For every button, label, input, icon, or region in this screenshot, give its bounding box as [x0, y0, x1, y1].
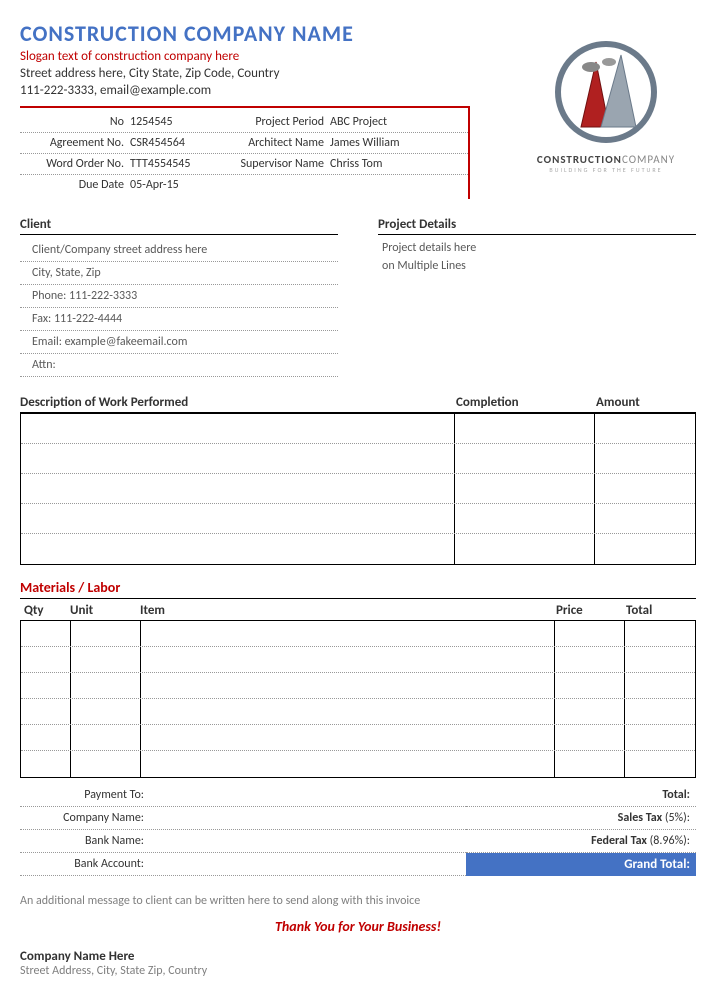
client-title: Client: [20, 217, 338, 235]
word-order-label: Word Order No.: [20, 157, 130, 171]
sales-tax-label: Sales Tax (5%):: [618, 811, 690, 825]
client-row: Phone: 111-222-3333: [20, 285, 338, 308]
word-order-value: TTT4554545: [130, 157, 220, 171]
bank-account-label: Bank Account:: [20, 857, 150, 871]
architect-value: James William: [330, 136, 468, 150]
period-label: Project Period: [220, 115, 330, 129]
table-row: [21, 444, 695, 474]
table-row: [21, 534, 695, 564]
materials-table: [20, 621, 696, 778]
table-row: [21, 751, 695, 777]
due-date-label: Due Date: [20, 178, 130, 192]
logo-text-1: CONSTRUCTIONCOMPANY: [537, 153, 675, 166]
client-row: Client/Company street address here: [20, 239, 338, 262]
work-completion-header: Completion: [456, 395, 596, 410]
architect-label: Architect Name: [220, 136, 330, 150]
company-name: CONSTRUCTION COMPANY NAME: [20, 20, 516, 47]
bank-name-label: Bank Name:: [20, 834, 150, 848]
client-row: Fax: 111-222-4444: [20, 308, 338, 331]
period-value: ABC Project: [330, 115, 468, 129]
supervisor-value: Chriss Tom: [330, 157, 468, 171]
client-row: Email: example@fakeemail.com: [20, 331, 338, 354]
materials-title: Materials / Labor: [20, 579, 696, 599]
project-line1: Project details here: [378, 239, 696, 257]
due-date-value: 05-Apr-15: [130, 178, 220, 192]
logo-text-2: BUILDING FOR THE FUTURE: [549, 166, 662, 174]
company-address: Street address here, City State, Zip Cod…: [20, 66, 516, 81]
company-name-label: Company Name:: [20, 811, 150, 825]
work-amount-header: Amount: [596, 395, 696, 410]
agreement-value: CSR454564: [130, 136, 220, 150]
table-row: [21, 414, 695, 444]
agreement-label: Agreement No.: [20, 136, 130, 150]
price-header: Price: [556, 603, 626, 618]
project-title: Project Details: [378, 217, 696, 235]
no-label: No: [20, 115, 130, 129]
total-label: Total:: [662, 788, 690, 802]
table-row: [21, 725, 695, 751]
payment-to-label: Payment To:: [20, 788, 150, 802]
table-row: [21, 673, 695, 699]
thank-you: Thank You for Your Business!: [20, 918, 696, 935]
item-header: Item: [140, 603, 556, 618]
table-row: [21, 504, 695, 534]
footer-address: Street Address, City, State Zip, Country: [20, 964, 696, 978]
grand-total-label: Grand Total:: [466, 853, 696, 876]
company-contact: 111-222-3333, email@example.com: [20, 83, 516, 98]
work-table: [20, 413, 696, 565]
meta-box: No 1254545 Project Period ABC Project Ag…: [20, 106, 470, 199]
client-row: Attn:: [20, 354, 338, 377]
no-value: 1254545: [130, 115, 220, 129]
federal-tax-label: Federal Tax (8.96%):: [591, 834, 690, 848]
qty-header: Qty: [20, 603, 70, 618]
company-logo: CONSTRUCTIONCOMPANY BUILDING FOR THE FUT…: [516, 20, 696, 190]
slogan: Slogan text of construction company here: [20, 49, 516, 64]
client-row: City, State, Zip: [20, 262, 338, 285]
project-line2: on Multiple Lines: [378, 257, 696, 275]
table-row: [21, 647, 695, 673]
table-row: [21, 699, 695, 725]
total-header: Total: [626, 603, 696, 618]
additional-message: An additional message to client can be w…: [20, 894, 696, 908]
supervisor-label: Supervisor Name: [220, 157, 330, 171]
table-row: [21, 474, 695, 504]
table-row: [21, 621, 695, 647]
work-desc-header: Description of Work Performed: [20, 395, 456, 410]
unit-header: Unit: [70, 603, 140, 618]
footer-company-name: Company Name Here: [20, 949, 696, 964]
